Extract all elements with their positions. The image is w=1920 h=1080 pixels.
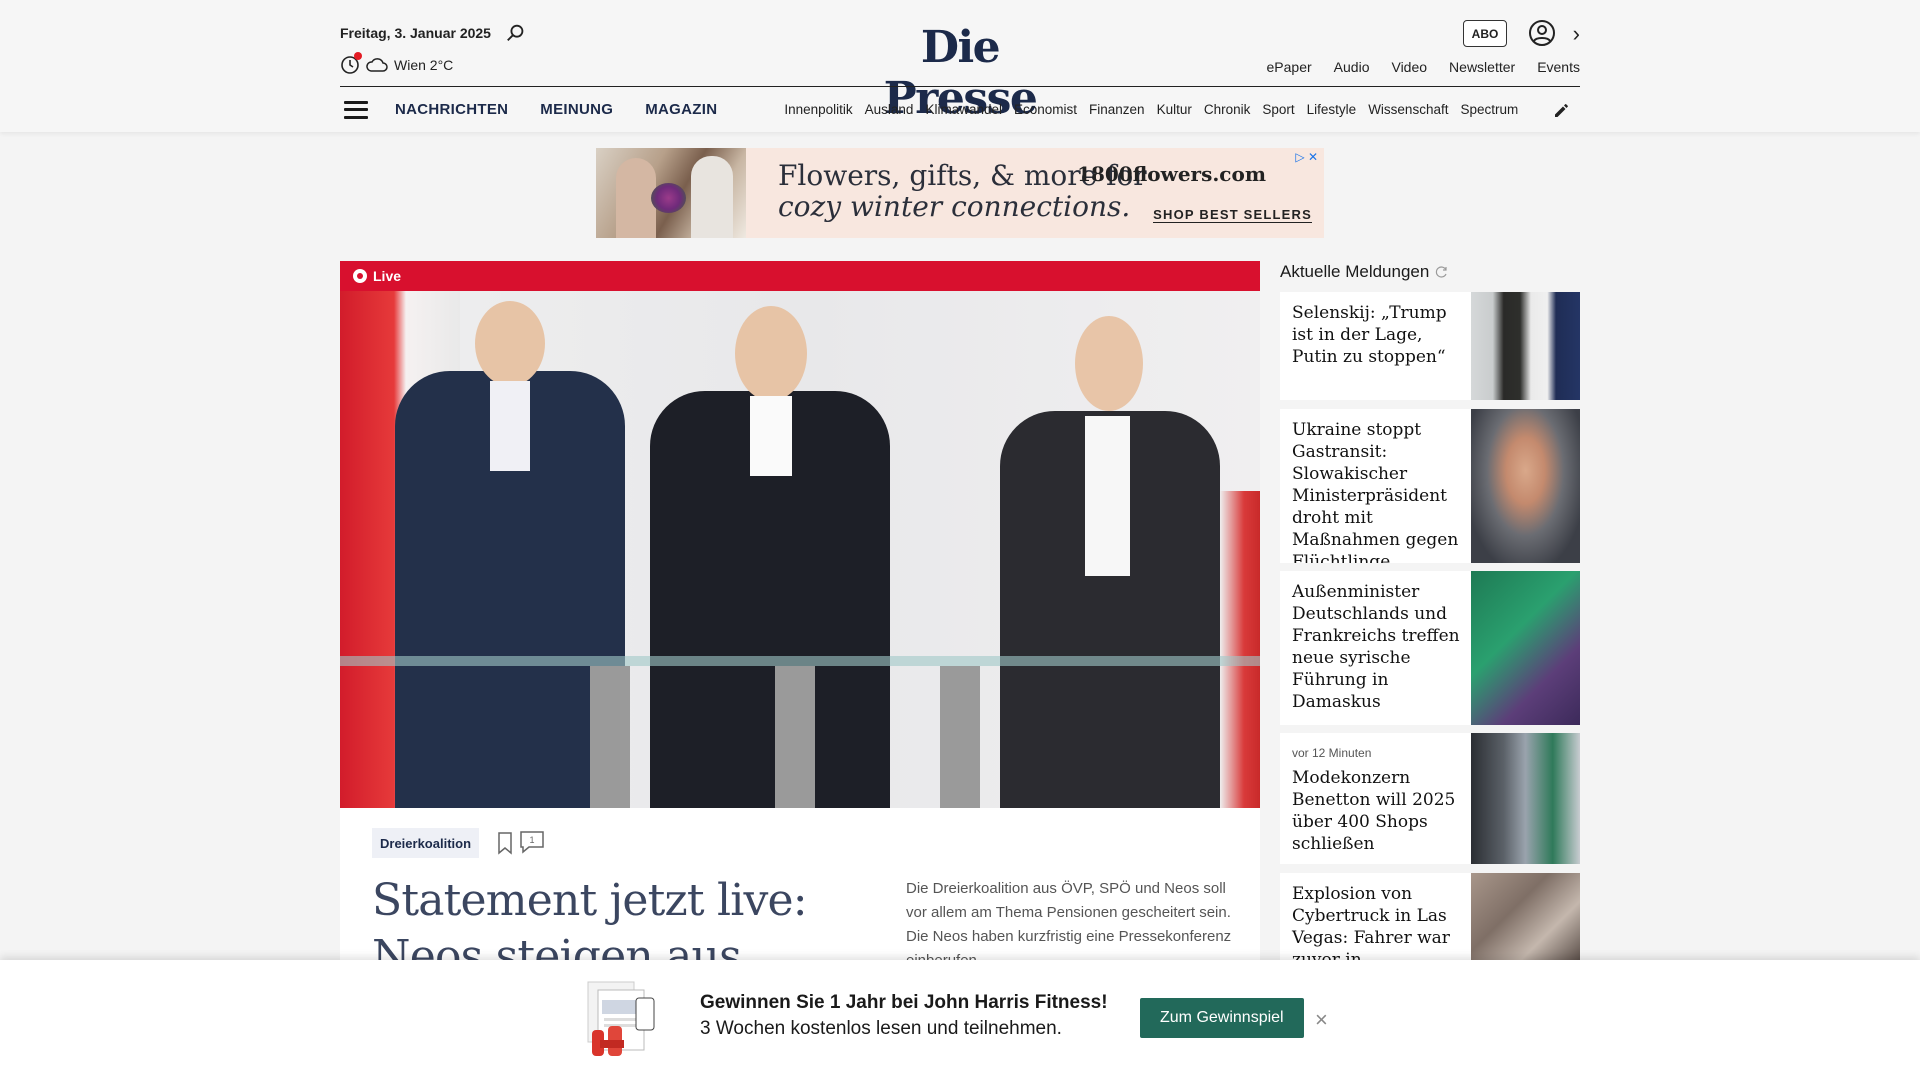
abo-button[interactable]: ABO	[1463, 20, 1507, 47]
subnav-spectrum[interactable]: Spectrum	[1460, 102, 1518, 117]
link-newsletter[interactable]: Newsletter	[1449, 59, 1515, 75]
promo-title: Gewinnen Sie 1 Jahr bei John Harris Fitn…	[700, 992, 1108, 1013]
lead-article[interactable]: Live Dreierkoalition 1 Statement jetzt l…	[340, 261, 1260, 1080]
hero-image[interactable]	[340, 291, 1260, 808]
promo-banner: Gewinnen Sie 1 Jahr bei John Harris Fitn…	[0, 960, 1920, 1080]
news-item[interactable]: Ukraine stoppt Gastransit: Slowakischer …	[1280, 409, 1580, 563]
ad-cta-link[interactable]: SHOP BEST SELLERS	[1153, 207, 1312, 223]
news-item-image	[1471, 409, 1580, 563]
news-item[interactable]: Explosion von Cybertruck in Las Vegas: F…	[1280, 873, 1580, 960]
link-epaper[interactable]: ePaper	[1267, 59, 1312, 75]
user-account-icon[interactable]	[1528, 19, 1556, 47]
news-item-title: vor 12 Minuten Modekonzern Benetton will…	[1292, 745, 1462, 855]
search-icon[interactable]	[505, 22, 527, 44]
pencil-icon[interactable]	[1552, 100, 1572, 120]
subnav-economist[interactable]: Economist	[1014, 102, 1077, 117]
close-icon[interactable]: ×	[1315, 1007, 1328, 1033]
live-dot-icon	[353, 269, 367, 283]
subnav-ausland[interactable]: Ausland	[865, 102, 914, 117]
news-item-image	[1471, 873, 1580, 960]
svg-text:1: 1	[529, 835, 534, 845]
ad-image	[596, 148, 746, 238]
news-item-image	[1471, 292, 1580, 400]
hamburger-menu-icon[interactable]	[344, 100, 368, 119]
news-item-title: Explosion von Cybertruck in Las Vegas: F…	[1292, 884, 1450, 960]
ad-brand-logo: 1800flowers.com	[1077, 162, 1266, 186]
bookmark-icon[interactable]	[495, 831, 515, 855]
news-item[interactable]: vor 12 Minuten Modekonzern Benetton will…	[1280, 733, 1580, 864]
link-audio[interactable]: Audio	[1334, 59, 1370, 75]
promo-subtitle: 3 Wochen kostenlos lesen und teilnehmen.	[700, 1018, 1062, 1039]
subnav-kultur[interactable]: Kultur	[1157, 102, 1192, 117]
news-item-title: Selenskij: „Trump ist in der Lage, Putin…	[1292, 303, 1447, 367]
subnav-chronik[interactable]: Chronik	[1204, 102, 1251, 117]
promo-cta-button[interactable]: Zum Gewinnspiel	[1140, 998, 1304, 1038]
nav-nachrichten[interactable]: NACHRICHTEN	[395, 101, 508, 118]
link-video[interactable]: Video	[1391, 59, 1427, 75]
sidebar-title: Aktuelle Meldungen	[1280, 262, 1449, 282]
news-item-title: Ukraine stoppt Gastransit: Slowakischer …	[1292, 420, 1459, 563]
top-links: ePaper Audio Video Newsletter Events	[1267, 59, 1580, 75]
news-item-title: Außenminister Deutschlands und Frankreic…	[1292, 582, 1460, 712]
current-date: Freitag, 3. Januar 2025	[340, 25, 491, 41]
link-events[interactable]: Events	[1537, 59, 1580, 75]
news-item[interactable]: Außenminister Deutschlands und Frankreic…	[1280, 571, 1580, 725]
promo-text: Gewinnen Sie 1 Jahr bei John Harris Fitn…	[700, 990, 1108, 1042]
main-navigation: NACHRICHTEN MEINUNG MAGAZIN Innenpolitik…	[340, 87, 1580, 132]
advertisement-banner[interactable]: Flowers, gifts, & more for cozy winter c…	[596, 148, 1324, 238]
nav-magazin[interactable]: MAGAZIN	[645, 101, 717, 118]
news-item[interactable]: Selenskij: „Trump ist in der Lage, Putin…	[1280, 292, 1580, 400]
news-item-image	[1471, 571, 1580, 725]
subnav-sport[interactable]: Sport	[1262, 102, 1294, 117]
weather-row: Wien 2°C	[340, 52, 454, 75]
cloud-icon	[366, 58, 388, 72]
live-bar: Live	[340, 261, 1260, 291]
site-header: Freitag, 3. Januar 2025 Wien 2°C Die Pre…	[0, 0, 1920, 132]
live-label: Live	[373, 268, 402, 284]
subnav-innenpolitik[interactable]: Innenpolitik	[784, 102, 852, 117]
subnav-finanzen[interactable]: Finanzen	[1089, 102, 1145, 117]
topic-tag[interactable]: Dreierkoalition	[372, 828, 480, 858]
subnav-klimawandel[interactable]: Klimawandel	[925, 102, 1002, 117]
news-item-time: vor 12 Minuten	[1292, 746, 1372, 760]
promo-newspaper-image	[587, 981, 655, 1056]
ad-choices-close-icon[interactable]: ▷ ✕	[1295, 150, 1318, 164]
clock-icon[interactable]	[340, 52, 362, 75]
chevron-right-icon[interactable]: ›	[1573, 21, 1580, 47]
comment-icon[interactable]: 1	[518, 829, 546, 855]
subnav-wissenschaft[interactable]: Wissenschaft	[1368, 102, 1448, 117]
subnav-lifestyle[interactable]: Lifestyle	[1307, 102, 1357, 117]
weather-text: Wien 2°C	[394, 57, 454, 73]
nav-meinung[interactable]: MEINUNG	[540, 101, 613, 118]
news-item-image	[1471, 733, 1580, 864]
refresh-icon	[1436, 266, 1447, 278]
sub-navigation: Innenpolitik Ausland Klimawandel Economi…	[784, 102, 1555, 117]
